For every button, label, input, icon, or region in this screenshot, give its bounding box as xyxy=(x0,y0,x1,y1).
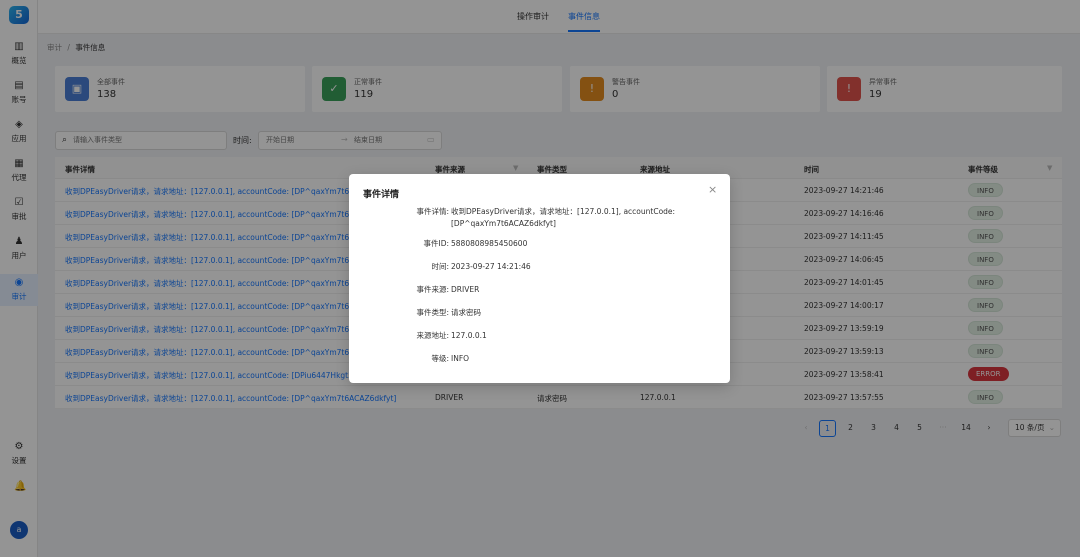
field-value: INFO xyxy=(451,354,470,363)
field-label: 事件详情: xyxy=(416,207,449,216)
field-label: 事件类型: xyxy=(416,308,449,317)
modal-title: 事件详情 xyxy=(363,190,400,200)
field-label: 来源地址: xyxy=(416,331,449,340)
event-detail-modal: 事件详情 × 事件详情: 收到DPEasyDriver请求，请求地址：[127.… xyxy=(349,174,730,383)
field-label: 事件来源: xyxy=(416,285,449,294)
field-label: 等级: xyxy=(431,354,449,363)
field-value: 2023-09-27 14:21:46 xyxy=(451,262,531,271)
field-value: DRIVER xyxy=(451,285,480,294)
field-label: 时间: xyxy=(431,262,449,271)
close-icon[interactable]: × xyxy=(708,183,717,196)
field-value: 127.0.0.1 xyxy=(451,331,487,340)
field-value: 请求密码 xyxy=(451,308,481,317)
field-value: 5880808985450600 xyxy=(451,239,528,248)
field-label: 事件ID: xyxy=(423,239,449,248)
field-value: 收到DPEasyDriver请求，请求地址：[127.0.0.1], accou… xyxy=(451,207,676,228)
